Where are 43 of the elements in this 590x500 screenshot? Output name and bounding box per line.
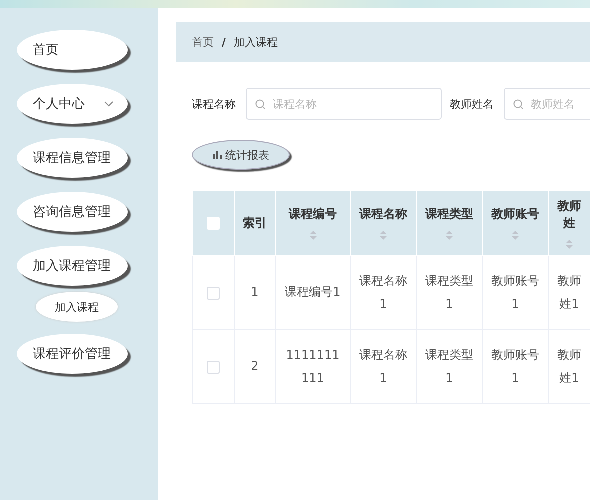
column-header: 索引 xyxy=(243,214,267,232)
column-header: 课程名称 xyxy=(360,206,408,223)
submenu-item[interactable]: 加入课程 xyxy=(36,292,118,322)
table-cell: 课程名称1 xyxy=(360,274,408,310)
menu-item[interactable]: 课程评价管理 xyxy=(17,334,128,374)
menu-item[interactable]: 咨询信息管理 xyxy=(17,192,128,232)
table-cell: 1111111111 xyxy=(286,348,340,384)
column-header: 教师姓 xyxy=(556,198,582,232)
table-cell: 教师账号1 xyxy=(492,348,540,384)
menu-item[interactable]: 加入课程管理 xyxy=(17,246,128,286)
sort-icon[interactable] xyxy=(512,231,519,240)
search-icon xyxy=(255,99,266,110)
menu-item[interactable]: 首页 xyxy=(17,30,128,70)
column-header: 课程类型 xyxy=(426,206,474,223)
search-field[interactable]: 教师姓名 xyxy=(504,88,590,120)
sort-icon[interactable] xyxy=(566,240,573,248)
bar-chart-icon xyxy=(212,151,222,159)
search-icon xyxy=(513,99,524,110)
chevron-down-icon xyxy=(104,101,114,107)
checkbox[interactable] xyxy=(207,360,220,374)
table-cell: 课程编号1 xyxy=(285,285,341,300)
table-cell: 教师姓1 xyxy=(558,274,582,310)
table-cell: 2 xyxy=(251,359,259,374)
checkbox[interactable] xyxy=(207,286,220,300)
menu-item[interactable]: 课程信息管理 xyxy=(17,138,128,178)
table-cell: 教师姓1 xyxy=(558,348,582,384)
menu-item[interactable]: 个人中心 xyxy=(17,84,128,124)
sort-icon[interactable] xyxy=(380,231,387,240)
search-field[interactable]: 课程名称 xyxy=(246,88,442,120)
sort-icon[interactable] xyxy=(446,231,453,240)
field-label: 课程名称 xyxy=(192,96,236,112)
breadcrumb-link[interactable]: 首页 xyxy=(192,34,214,50)
column-header: 课程编号 xyxy=(289,206,337,223)
table-cell: 1 xyxy=(251,285,259,300)
table-cell: 课程类型1 xyxy=(426,348,474,384)
field-label: 教师姓名 xyxy=(450,96,494,112)
table-cell: 课程类型1 xyxy=(426,274,474,310)
sort-icon[interactable] xyxy=(310,231,316,240)
table-cell: 课程名称1 xyxy=(360,348,408,384)
table-cell: 教师账号1 xyxy=(492,274,540,310)
report-button[interactable]: 统计报表 xyxy=(192,140,290,170)
breadcrumb-separator: / xyxy=(222,36,226,48)
column-header: 教师账号 xyxy=(492,206,540,223)
